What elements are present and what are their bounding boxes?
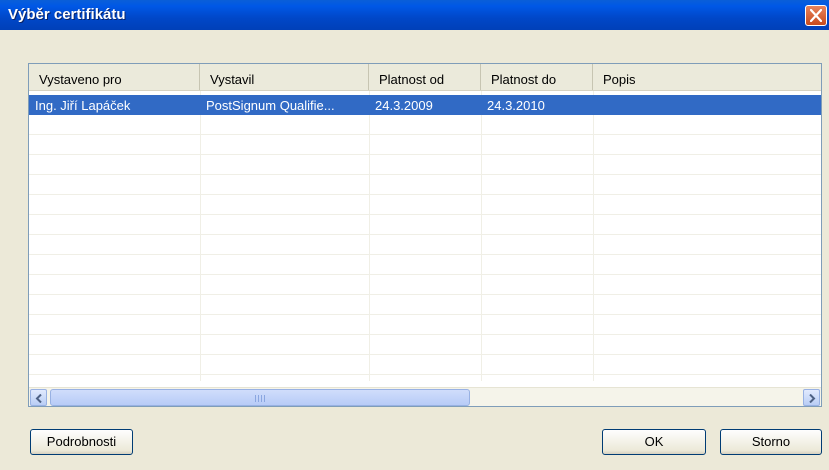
details-button[interactable]: Podrobnosti — [30, 429, 133, 455]
empty-row — [29, 275, 821, 295]
empty-row — [29, 115, 821, 135]
arrow-right-icon — [809, 394, 816, 403]
ok-button[interactable]: OK — [602, 429, 706, 455]
empty-row — [29, 235, 821, 255]
grip-icon — [255, 395, 265, 402]
table-row[interactable]: Ing. Jiří Lapáček PostSignum Qualifie...… — [29, 95, 821, 115]
certificate-selection-dialog: Výběr certifikátu Vystaveno pro Vystavil… — [0, 0, 829, 470]
scroll-left-button[interactable] — [30, 389, 47, 406]
column-header-description[interactable]: Popis — [593, 64, 821, 90]
horizontal-scrollbar[interactable] — [29, 387, 821, 406]
empty-row — [29, 315, 821, 335]
close-button[interactable] — [805, 5, 827, 26]
column-header-valid-from[interactable]: Platnost od — [369, 64, 481, 90]
cell-valid-to: 24.3.2010 — [487, 98, 545, 113]
empty-row — [29, 175, 821, 195]
empty-row — [29, 295, 821, 315]
cancel-button[interactable]: Storno — [720, 429, 822, 455]
scroll-right-button[interactable] — [803, 389, 820, 406]
cell-valid-from: 24.3.2009 — [375, 98, 433, 113]
cell-issued-to: Ing. Jiří Lapáček — [35, 98, 131, 113]
window-title: Výběr certifikátu — [8, 6, 126, 23]
list-rows: Ing. Jiří Lapáček PostSignum Qualifie...… — [29, 91, 821, 381]
cell-description — [593, 95, 821, 115]
empty-row — [29, 255, 821, 275]
cell-issued-by: PostSignum Qualifie... — [206, 98, 335, 113]
empty-row — [29, 215, 821, 235]
certificate-list[interactable]: Vystaveno pro Vystavil Platnost od Platn… — [28, 63, 822, 407]
empty-row — [29, 155, 821, 175]
empty-row — [29, 135, 821, 155]
empty-row — [29, 355, 821, 375]
column-header-issued-by[interactable]: Vystavil — [200, 64, 369, 90]
column-header-valid-to[interactable]: Platnost do — [481, 64, 593, 90]
arrow-left-icon — [35, 394, 42, 403]
title-bar[interactable]: Výběr certifikátu — [0, 0, 829, 30]
column-header-issued-to[interactable]: Vystaveno pro — [29, 64, 200, 90]
close-icon — [810, 9, 822, 22]
empty-row — [29, 195, 821, 215]
empty-row — [29, 335, 821, 355]
scrollbar-thumb[interactable] — [50, 389, 470, 406]
list-header: Vystaveno pro Vystavil Platnost od Platn… — [29, 64, 821, 91]
